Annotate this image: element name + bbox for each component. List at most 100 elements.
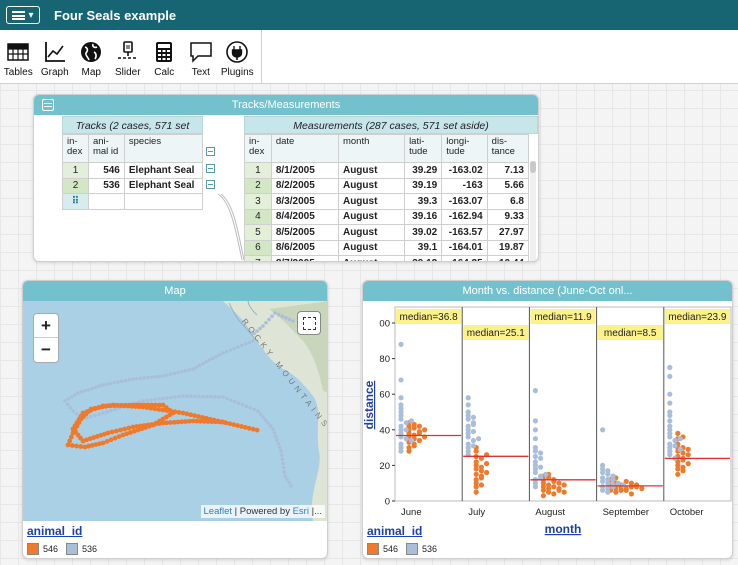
map-point-536[interactable] [93,413,97,418]
map-point-536[interactable] [65,402,70,407]
map-point-546[interactable] [122,426,128,432]
map-point-536[interactable] [284,316,288,320]
drag-handle-icon[interactable]: ⠿ [62,193,89,210]
distance-cell[interactable]: 10.44 [486,255,530,261]
map-point-536[interactable] [90,386,95,391]
legend-swatch[interactable] [406,543,419,555]
map-point-536[interactable] [244,404,249,409]
data-point-546[interactable] [639,485,645,492]
map-point-536[interactable] [116,380,120,384]
zoom-out-button[interactable]: − [34,338,58,362]
data-point-536[interactable] [470,428,476,435]
tool-slider-button[interactable]: Slider [110,30,147,84]
map-point-536[interactable] [94,385,98,390]
map-point-546[interactable] [113,428,119,434]
tool-map-button[interactable]: Map [73,30,110,84]
map-point-536[interactable] [141,399,145,403]
map-point-536[interactable] [287,317,292,322]
date-cell[interactable]: 8/2/2005 [270,177,339,194]
map-legend-title[interactable]: animal_id [27,524,82,538]
data-point-546[interactable] [680,468,686,474]
longitude-cell[interactable]: -164.25 [441,255,488,261]
table-row[interactable]: 6 8/6/2005 August 39.1 -164.01 19.87 [244,239,530,256]
table-row[interactable]: 1 546 Elephant Seal [62,162,204,179]
tile-titlebar[interactable]: Map [23,281,327,301]
table-scrollbar[interactable] [530,161,536,261]
column-header-index[interactable]: in- dex [244,134,272,163]
map-point-536[interactable] [287,480,291,485]
data-point-536[interactable] [408,418,414,424]
animal-id-cell[interactable]: 536 [87,177,125,194]
map-point-536[interactable] [228,348,233,352]
date-cell[interactable]: 8/4/2005 [270,208,339,225]
map-point-536[interactable] [266,421,270,425]
row-index-cell[interactable]: 1 [244,162,272,179]
data-point-546[interactable] [406,448,412,454]
map-point-536[interactable] [279,453,284,457]
data-point-536[interactable] [667,434,673,440]
distance-cell[interactable]: 7.13 [486,162,530,179]
column-header-longitude[interactable]: longi- tude [441,134,488,163]
month-cell[interactable]: August [337,162,406,179]
graph-plot[interactable]: 0 20 40 60 80 00 distance June median=36.8 July me… [363,301,733,559]
date-cell[interactable]: 8/1/2005 [270,162,339,179]
data-point-546[interactable] [623,487,629,493]
data-point-546[interactable] [416,437,422,444]
data-point-536[interactable] [408,437,414,444]
tool-graph-button[interactable]: Graph [37,30,74,84]
legend-swatch[interactable] [66,543,79,555]
row-index-cell[interactable]: 3 [244,193,272,210]
map-point-536[interactable] [281,461,285,466]
map-point-536[interactable] [243,342,248,346]
map-point-536[interactable] [280,314,285,318]
data-point-536[interactable] [605,489,611,495]
map-point-536[interactable] [108,381,113,386]
data-point-546[interactable] [613,489,619,495]
map-point-536[interactable] [271,427,275,431]
map-point-536[interactable] [270,314,274,319]
map-point-536[interactable] [189,394,193,398]
data-point-546[interactable] [473,480,479,486]
data-point-536[interactable] [403,436,409,442]
data-point-546[interactable] [561,482,567,488]
data-point-536[interactable] [538,464,544,470]
month-cell[interactable]: August [337,224,406,241]
map-point-536[interactable] [164,373,169,377]
data-point-546[interactable] [540,493,546,499]
data-point-536[interactable] [677,446,683,452]
map-point-536[interactable] [197,394,201,399]
map-point-536[interactable] [123,378,128,383]
data-point-536[interactable] [600,487,606,493]
collapse-all-icon[interactable] [206,147,215,156]
map-point-536[interactable] [134,376,139,381]
map-point-536[interactable] [285,477,289,482]
map-point-546[interactable] [69,443,75,448]
row-index-cell[interactable]: 6 [244,239,272,256]
map-point-536[interactable] [86,387,91,392]
map-tile[interactable]: Map ROCKY MOUNTAINS + − Leaflet | Powere… [22,280,328,559]
collapse-row-icon[interactable] [206,180,215,189]
map-point-536[interactable] [283,474,287,478]
row-index-cell[interactable]: 7 [244,255,272,261]
data-point-536[interactable] [465,434,471,440]
data-point-536[interactable] [667,423,673,429]
map-point-536[interactable] [161,396,165,401]
data-point-546[interactable] [540,487,546,493]
map-point-536[interactable] [276,312,281,317]
x-axis-label[interactable]: month [545,522,582,536]
table-icon[interactable] [42,99,54,111]
map-point-536[interactable] [68,405,73,410]
map-point-536[interactable] [197,363,202,368]
map-point-536[interactable] [153,374,158,379]
column-header-date[interactable]: date [270,134,339,163]
map-point-536[interactable] [263,418,268,422]
map-point-536[interactable] [105,410,109,414]
data-point-536[interactable] [532,427,538,433]
map-point-536[interactable] [157,374,162,379]
data-point-536[interactable] [605,480,611,486]
data-point-546[interactable] [556,485,562,492]
map-point-536[interactable] [291,319,295,323]
collapse-row-icon[interactable] [206,164,215,173]
data-point-536[interactable] [465,402,471,408]
map-point-536[interactable] [168,372,173,377]
